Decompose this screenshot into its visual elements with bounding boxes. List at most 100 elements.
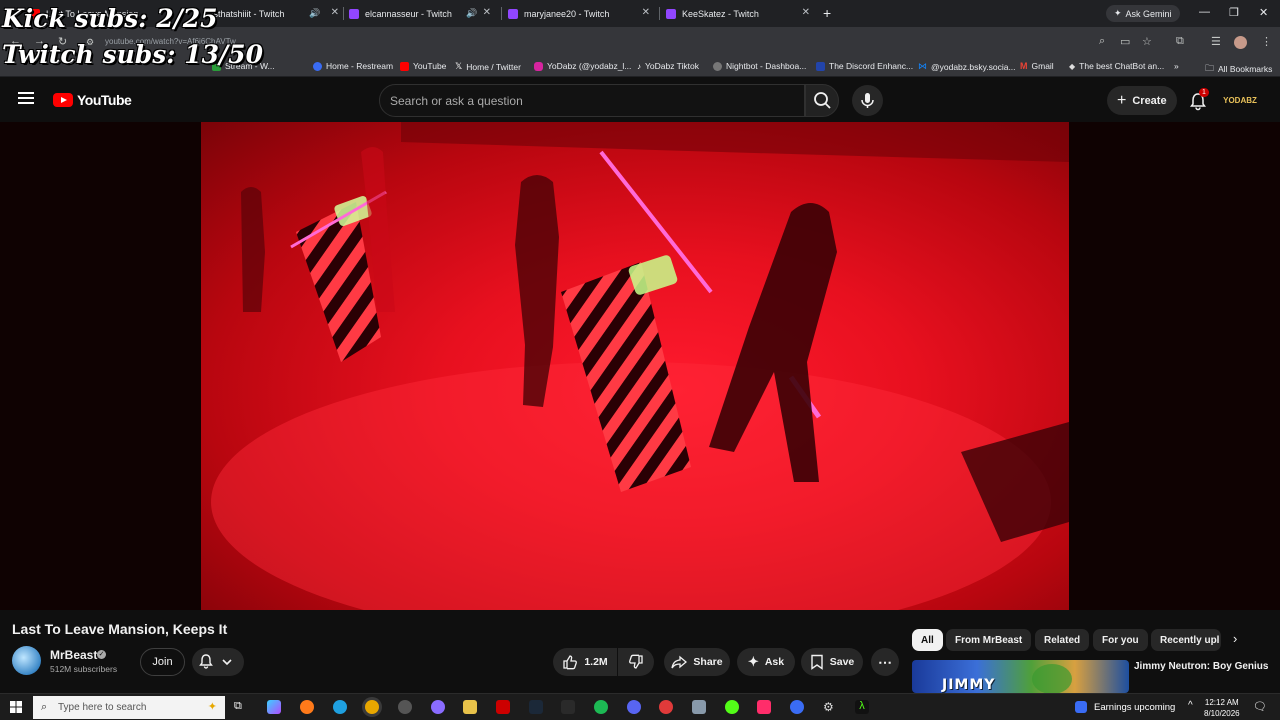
spotify-icon[interactable] [594,700,608,714]
more-actions-icon[interactable]: ⋯ [871,648,899,676]
bookmark-gmail[interactable]: M Gmail [1020,61,1054,71]
chip-from-mrbeast[interactable]: From MrBeast [946,629,1032,651]
channel-name[interactable]: MrBeast [50,648,97,662]
streaming-app-icon[interactable] [659,700,673,714]
bookmark-nightbot[interactable]: Nightbot - Dashboa... [713,61,806,71]
chip-related[interactable]: Related [1035,629,1090,651]
taskbar-search-input[interactable]: ⌕ Type here to search ✦ [33,696,225,719]
close-tab-icon[interactable]: ✕ [642,7,650,18]
bookmark-restream[interactable]: Home - Restream [313,61,393,71]
close-tab-icon[interactable]: ✕ [802,7,810,18]
bookmark-label: The Discord Enhanc... [829,61,914,71]
share-arrow-icon [671,655,688,669]
epic-games-icon[interactable] [561,700,575,714]
bookmark-label: @yodabz.bsky.socia... [931,61,1016,72]
steam-icon[interactable] [529,700,543,714]
taskbar-search-placeholder: Type here to search [58,702,147,713]
search-input[interactable]: Search or ask a question [379,84,805,117]
ask-gemini-label: Ask Gemini [1125,8,1172,19]
search-button[interactable] [805,84,839,117]
restore-icon[interactable]: ❐ [1229,6,1239,19]
like-button[interactable]: 1.2M [553,648,617,676]
minimize-icon[interactable]: — [1199,6,1210,18]
save-button[interactable]: Save [801,648,863,676]
tab-twitch-elcannasseur[interactable]: elcannasseur - Twitch 🔊 ✕ [349,4,495,24]
discord-icon[interactable] [627,700,641,714]
all-bookmarks[interactable]: 🗀 All Bookmarks [1205,61,1272,77]
menu-kebab-icon[interactable]: ⋮ [1261,35,1272,48]
bookmark-instagram[interactable]: YoDabz (@yodabz_l... [534,61,631,71]
profile-avatar-icon[interactable] [1234,36,1247,49]
bookmark-bluesky[interactable]: ⋈ @yodabz.bsky.socia... [918,61,1016,72]
edge-icon[interactable] [333,700,347,714]
video-player[interactable] [201,122,1069,610]
taskbar-clock[interactable]: 12:12 AM 8/10/2026 [1204,697,1240,719]
chip-all[interactable]: All [912,629,943,651]
subscription-bell-button[interactable] [192,648,244,676]
bookmark-tiktok[interactable]: ♪ YoDabz Tiktok [637,61,699,71]
kick-icon[interactable] [725,700,739,714]
system-tray-chevron-icon[interactable]: ^ [1188,700,1202,714]
earnings-widget-text[interactable]: Earnings upcoming [1094,702,1175,713]
speaker-icon[interactable]: 🔊 [309,8,320,19]
related-video-thumbnail[interactable]: JIMMY [912,660,1129,693]
chip-for-you[interactable]: For you [1093,629,1148,651]
bookmark-chatbot[interactable]: ◆ The best ChatBot an... [1069,61,1164,71]
copilot-icon[interactable] [267,700,281,714]
bell-chevron-icon [199,654,232,669]
zoom-icon[interactable]: ⌕ [1099,35,1105,48]
task-view-icon[interactable]: ⧉ [234,700,248,714]
file-explorer-icon[interactable] [463,700,477,714]
voice-search-button[interactable] [852,85,883,116]
twitch-favicon-icon [508,9,518,19]
youtube-wordmark: YouTube [77,92,132,108]
thumbnail-character-icon [1032,664,1072,693]
ask-button[interactable]: ✦ Ask [737,648,795,676]
notification-center-icon[interactable]: 🗨 [1253,700,1267,714]
like-count: 1.2M [584,656,608,668]
related-video-title[interactable]: Jimmy Neutron: Boy Genius [1134,660,1274,674]
red-app-icon[interactable] [496,700,510,714]
chip-recently-uploaded[interactable]: Recently upl [1151,629,1221,651]
firefox-icon[interactable] [300,700,314,714]
channel-avatar[interactable] [12,646,41,675]
tab-twitch-maryjanee20[interactable]: maryjanee20 - Twitch ✕ [508,4,654,24]
tab-search-icon[interactable]: ☰ [1211,35,1221,48]
clock-time: 12:12 AM [1204,698,1239,707]
settings-gear-icon[interactable]: ⚙ [823,700,837,714]
share-button[interactable]: Share [664,648,730,676]
tiktok-live-icon[interactable] [757,700,771,714]
windows-start-icon[interactable] [10,701,22,713]
bookmark-twitter[interactable]: 𝕏 Home / Twitter [455,61,521,72]
tiktok-icon: ♪ [637,61,641,71]
bookmarks-overflow-icon[interactable]: » [1174,61,1179,71]
youtube-logo[interactable]: YouTube [53,92,132,108]
close-window-icon[interactable]: ✕ [1259,6,1268,19]
bookmark-star-icon[interactable]: ☆ [1142,35,1152,48]
speaker-icon[interactable]: 🔊 [466,8,477,19]
new-tab-button[interactable]: + [823,5,831,21]
join-button[interactable]: Join [140,648,185,676]
chevron-right-icon[interactable]: › [1233,631,1237,646]
bookmark-youtube[interactable]: YouTube [400,61,446,71]
terminal-app-icon[interactable]: λ [855,700,869,714]
window-app-icon[interactable] [692,700,706,714]
close-tab-icon[interactable]: ✕ [483,7,491,18]
bookmark-discord[interactable]: The Discord Enhanc... [816,61,913,71]
tab-twitch-keeskatez[interactable]: KeeSkatez - Twitch ✕ [666,4,814,24]
ask-gemini-button[interactable]: ✦ Ask Gemini [1106,5,1180,22]
close-tab-icon[interactable]: ✕ [331,7,339,18]
guide-menu-icon[interactable] [18,92,34,104]
cast-icon[interactable]: ▭ [1120,35,1130,48]
fingerprint-app-icon[interactable] [431,700,445,714]
ai-sparkle-icon: ✦ [747,654,759,669]
dislike-button[interactable] [618,648,654,676]
create-button[interactable]: + Create [1107,86,1177,115]
share-label: Share [693,656,723,668]
chrome-icon[interactable] [365,700,379,714]
obs-icon[interactable] [398,700,412,714]
bookmark-label: Gmail [1031,61,1054,71]
game-app-icon[interactable] [790,700,804,714]
account-avatar[interactable]: YODABZ [1223,89,1257,111]
extensions-icon[interactable]: ⧉ [1176,35,1184,48]
